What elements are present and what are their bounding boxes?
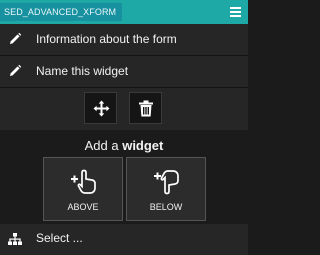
widget-title: SED_ADVANCED_XFORM (0, 3, 123, 21)
add-above-hand-icon (71, 169, 96, 194)
widget-tools (0, 88, 248, 130)
sitemap-icon (8, 233, 22, 247)
menu-item-form-information[interactable]: Information about the form (0, 24, 248, 55)
move-button[interactable] (84, 92, 117, 124)
add-widget-title: Add a widget (84, 138, 164, 153)
menu-item-label: Information about the form (36, 32, 177, 46)
add-below-label: BELOW (149, 202, 183, 212)
add-below-hand-icon (154, 170, 179, 195)
add-below-button[interactable]: BELOW (126, 157, 206, 221)
menu-item-label: Name this widget (36, 64, 129, 78)
hamburger-menu-icon[interactable] (228, 4, 244, 20)
delete-button[interactable] (129, 92, 162, 124)
pencil-icon (8, 32, 22, 46)
select-label: Select ... (36, 231, 83, 245)
widget-toolbar-header: SED_ADVANCED_XFORM (0, 0, 248, 24)
trash-icon (139, 100, 153, 117)
add-above-label: ABOVE (67, 202, 99, 212)
add-above-button[interactable]: ABOVE (43, 157, 123, 221)
move-arrows-icon (93, 100, 110, 117)
add-widget-section: Add a widget ABOVE BELOW (0, 130, 248, 224)
pencil-icon (8, 64, 22, 78)
menu-item-name-widget[interactable]: Name this widget (0, 56, 248, 87)
select-widget-item[interactable]: Select ... (0, 224, 248, 255)
